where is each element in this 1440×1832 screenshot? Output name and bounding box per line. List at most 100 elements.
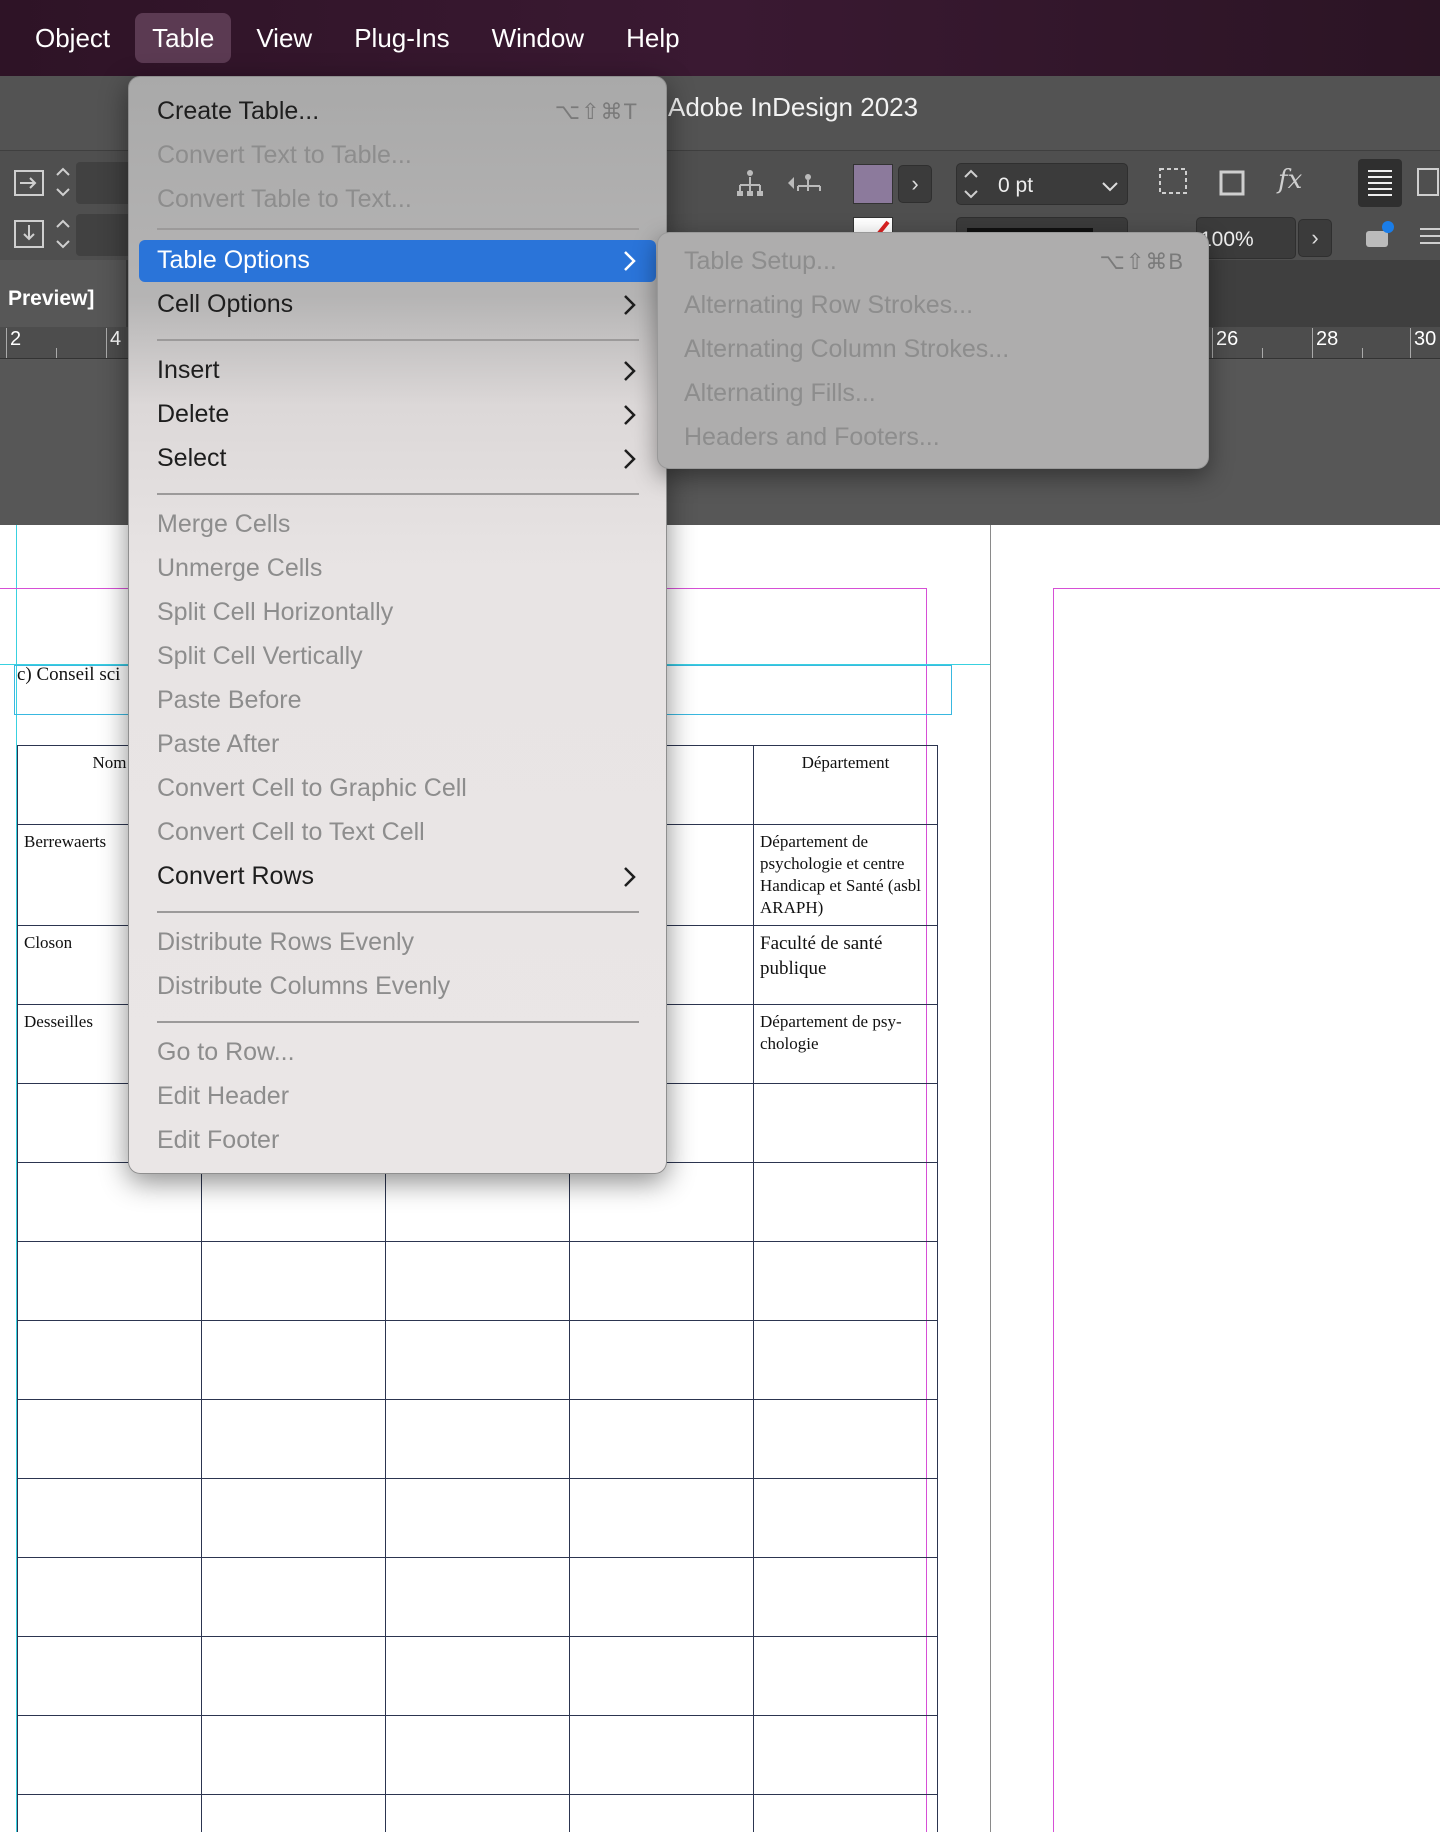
table-cell[interactable]: Département — [753, 745, 938, 825]
frame-square-icon[interactable] — [1218, 169, 1246, 204]
table-cell[interactable] — [17, 1320, 202, 1401]
effects-fx-icon[interactable]: fx — [1278, 165, 1302, 195]
menu-item-table-options[interactable]: Table Options — [139, 240, 656, 282]
menu-item-table-setup[interactable]: Table Setup... ⌥⇧⌘B — [666, 241, 1202, 283]
table-cell[interactable] — [385, 1478, 570, 1559]
table-cell[interactable] — [753, 1636, 938, 1717]
table-cell[interactable] — [201, 1399, 386, 1480]
table-cell[interactable] — [17, 1636, 202, 1717]
menu-item-convert-cell-to-graphic[interactable]: Convert Cell to Graphic Cell — [139, 768, 656, 810]
menu-item-paste-after[interactable]: Paste After — [139, 724, 656, 766]
table-cell[interactable] — [17, 1794, 202, 1832]
menu-item-convert-cell-to-text[interactable]: Convert Cell to Text Cell — [139, 812, 656, 854]
stepper-arrows-icon[interactable] — [54, 163, 72, 208]
menu-window[interactable]: Window — [475, 13, 601, 63]
table-cell[interactable] — [569, 1715, 754, 1796]
menu-item-distribute-rows[interactable]: Distribute Rows Evenly — [139, 922, 656, 964]
align-tree-icon[interactable] — [736, 167, 764, 206]
table-cell[interactable] — [569, 1241, 754, 1322]
text-wrap-down-icon[interactable] — [14, 219, 46, 256]
menu-item-headers-and-footers[interactable]: Headers and Footers... — [666, 417, 1202, 459]
table-cell[interactable] — [17, 1162, 202, 1243]
fill-chevron-button[interactable]: › — [898, 165, 932, 203]
table-cell[interactable] — [753, 1162, 938, 1243]
menu-item-split-cell-horizontally[interactable]: Split Cell Horizontally — [139, 592, 656, 634]
table-cell[interactable] — [569, 1162, 754, 1243]
menu-item-cell-options[interactable]: Cell Options — [139, 284, 656, 326]
menu-item-paste-before[interactable]: Paste Before — [139, 680, 656, 722]
menu-item-alternating-column-strokes[interactable]: Alternating Column Strokes... — [666, 329, 1202, 371]
chevron-down-icon[interactable] — [1100, 171, 1120, 203]
table-cell[interactable] — [201, 1320, 386, 1401]
table-cell[interactable] — [201, 1162, 386, 1243]
table-cell[interactable] — [753, 1241, 938, 1322]
table-cell[interactable] — [385, 1162, 570, 1243]
text-frame-options-icon[interactable] — [1362, 219, 1398, 260]
menu-plug-ins[interactable]: Plug-Ins — [337, 13, 466, 63]
table-cell[interactable] — [201, 1794, 386, 1832]
table-cell[interactable] — [569, 1320, 754, 1401]
menu-item-unmerge-cells[interactable]: Unmerge Cells — [139, 548, 656, 590]
table-cell[interactable] — [385, 1794, 570, 1832]
stroke-weight-value[interactable]: 0 pt — [998, 174, 1033, 198]
table-cell[interactable] — [569, 1794, 754, 1832]
menu-item-alternating-row-strokes[interactable]: Alternating Row Strokes... — [666, 285, 1202, 327]
table-cell[interactable] — [753, 1715, 938, 1796]
menu-item-convert-rows[interactable]: Convert Rows — [139, 856, 656, 898]
table-cell[interactable]: Faculté de santé publique — [753, 925, 938, 1006]
table-cell[interactable] — [753, 1083, 938, 1164]
text-align-button[interactable] — [1358, 159, 1402, 207]
table-cell[interactable] — [201, 1636, 386, 1717]
table-cell[interactable] — [753, 1399, 938, 1480]
table-cell[interactable] — [569, 1478, 754, 1559]
menu-item-insert[interactable]: Insert — [139, 350, 656, 392]
menu-item-merge-cells[interactable]: Merge Cells — [139, 504, 656, 546]
frame-fitting-icon[interactable] — [1158, 167, 1192, 206]
table-cell[interactable] — [569, 1557, 754, 1638]
menu-item-alternating-fills[interactable]: Alternating Fills... — [666, 373, 1202, 415]
table-cell[interactable] — [385, 1320, 570, 1401]
table-cell[interactable] — [569, 1636, 754, 1717]
text-wrap-icon[interactable] — [14, 169, 46, 204]
menu-object[interactable]: Object — [18, 13, 127, 63]
table-cell[interactable] — [17, 1241, 202, 1322]
table-cell[interactable] — [201, 1241, 386, 1322]
table-cell[interactable] — [753, 1320, 938, 1401]
table-cell[interactable]: Département de psychologie et centre Han… — [753, 823, 938, 927]
menu-item-convert-table-to-text[interactable]: Convert Table to Text... — [139, 179, 656, 221]
table-cell[interactable]: Département de psy-chologie — [753, 1004, 938, 1085]
menu-item-distribute-columns[interactable]: Distribute Columns Evenly — [139, 966, 656, 1008]
table-cell[interactable] — [201, 1557, 386, 1638]
distribute-tree-icon[interactable] — [786, 171, 824, 206]
table-cell[interactable] — [201, 1478, 386, 1559]
table-cell[interactable] — [385, 1715, 570, 1796]
table-cell[interactable] — [385, 1557, 570, 1638]
document-tab[interactable]: Preview] — [0, 260, 126, 327]
menu-table[interactable]: Table — [135, 13, 232, 63]
table-cell[interactable] — [753, 1557, 938, 1638]
menu-help[interactable]: Help — [609, 13, 696, 63]
menu-item-edit-footer[interactable]: Edit Footer — [139, 1120, 656, 1162]
fill-swatch[interactable] — [853, 164, 893, 204]
table-cell[interactable] — [17, 1557, 202, 1638]
columns-icon[interactable] — [1416, 167, 1440, 204]
table-cell[interactable] — [385, 1636, 570, 1717]
stepper-arrows-icon[interactable] — [54, 215, 72, 260]
baseline-grid-icon[interactable] — [1416, 221, 1440, 258]
table-cell[interactable] — [17, 1399, 202, 1480]
menu-item-create-table[interactable]: Create Table... ⌥⇧⌘T — [139, 91, 656, 133]
stepper-arrows-icon[interactable] — [962, 165, 980, 210]
opacity-chevron-button[interactable]: › — [1298, 219, 1332, 257]
menu-item-split-cell-vertically[interactable]: Split Cell Vertically — [139, 636, 656, 678]
table-cell[interactable] — [753, 1478, 938, 1559]
table-cell[interactable] — [201, 1715, 386, 1796]
menu-item-select[interactable]: Select — [139, 438, 656, 480]
menu-item-go-to-row[interactable]: Go to Row... — [139, 1032, 656, 1074]
menu-item-edit-header[interactable]: Edit Header — [139, 1076, 656, 1118]
menu-item-delete[interactable]: Delete — [139, 394, 656, 436]
table-cell[interactable] — [385, 1399, 570, 1480]
table-cell[interactable] — [17, 1715, 202, 1796]
table-cell[interactable] — [753, 1794, 938, 1832]
table-cell[interactable] — [17, 1478, 202, 1559]
table-cell[interactable] — [569, 1399, 754, 1480]
